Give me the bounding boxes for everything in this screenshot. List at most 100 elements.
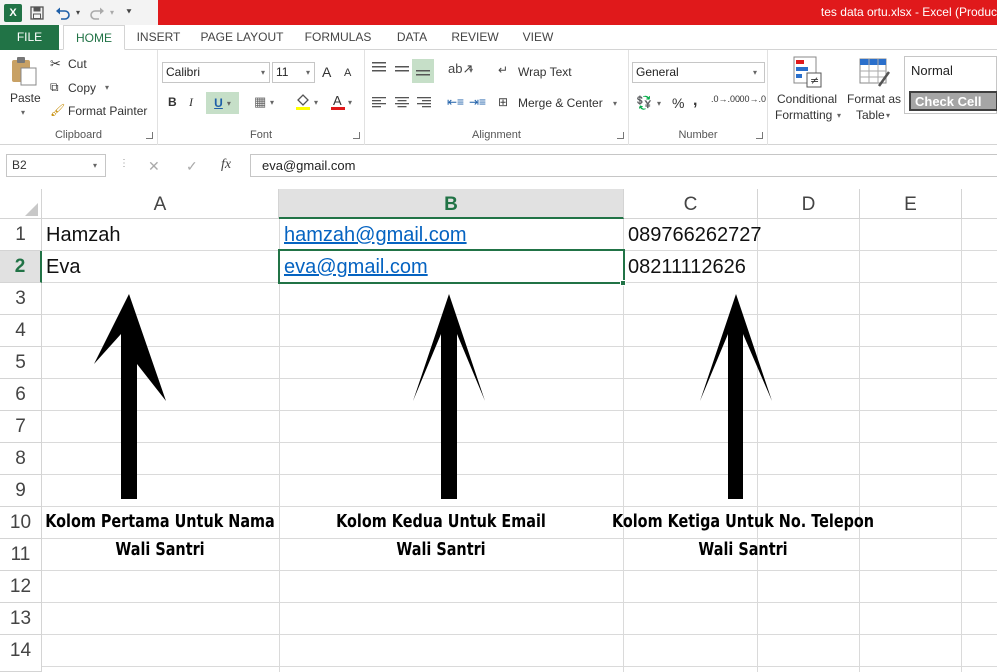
align-right-icon[interactable] [416, 96, 432, 111]
font-color-icon[interactable]: A [331, 93, 345, 114]
font-launcher-icon[interactable] [353, 132, 360, 139]
style-check-cell[interactable]: Check Cell [909, 91, 997, 111]
conditional-formatting-button[interactable]: Conditional [777, 92, 837, 106]
redo-icon[interactable] [86, 3, 108, 23]
borders-dropdown-icon[interactable]: ▾ [270, 98, 274, 107]
format-painter-icon[interactable]: 🖌 [50, 103, 65, 117]
enter-icon[interactable]: ✓ [186, 158, 198, 175]
redo-dropdown-icon[interactable]: ▾ [108, 3, 116, 23]
format-as-table-label-2[interactable]: Table [856, 108, 885, 122]
paste-icon[interactable] [6, 56, 42, 86]
shrink-font-button[interactable]: A [344, 67, 351, 79]
italic-button[interactable]: I [189, 95, 193, 110]
number-format-select[interactable]: General [632, 62, 765, 83]
tab-file[interactable]: FILE [0, 25, 59, 50]
underline-button[interactable]: U ▾ [206, 92, 239, 114]
font-color-dropdown-icon[interactable]: ▾ [348, 98, 352, 107]
annotation-column-a: Kolom Pertama Untuk Nama Wali Santri [32, 508, 288, 564]
insert-function-icon[interactable]: fx [221, 157, 231, 173]
undo-icon[interactable] [52, 3, 74, 23]
wrap-text-button[interactable]: Wrap Text [518, 65, 572, 79]
tab-review[interactable]: REVIEW [447, 25, 503, 50]
name-box[interactable]: B2 [6, 154, 106, 177]
annotation-a-line2: Wali Santri [115, 539, 205, 560]
number-format-dropdown-icon[interactable]: ▾ [753, 68, 757, 77]
conditional-formatting-icon[interactable]: ≠ [793, 56, 823, 91]
merge-center-icon[interactable]: ⊞ [498, 95, 508, 109]
window-title: tes data ortu.xlsx - Excel (Produc [820, 5, 997, 19]
increase-indent-icon[interactable]: ⇥≡ [469, 95, 486, 109]
format-painter-button[interactable]: Format Painter [68, 104, 147, 118]
customize-qat-icon[interactable]: ⯆ [124, 3, 134, 23]
bold-button[interactable]: B [168, 95, 177, 109]
copy-icon[interactable]: ⧉ [50, 80, 59, 95]
conditional-formatting-dropdown-icon[interactable]: ▾ [837, 111, 841, 120]
tab-page-layout[interactable]: PAGE LAYOUT [196, 25, 288, 50]
save-icon[interactable] [26, 3, 48, 23]
worksheet-grid: A B C D E 1 2 3 4 5 6 7 8 9 10 11 12 13 … [0, 189, 997, 672]
clipboard-group: Paste ▾ ✂ Cut ⧉ Copy ▾ 🖌 Format Painter … [0, 50, 158, 145]
annotation-arrows [94, 294, 772, 499]
paste-button[interactable]: Paste [10, 91, 41, 105]
font-label: Font [249, 129, 272, 141]
paste-dropdown-icon[interactable]: ▾ [21, 108, 25, 117]
svg-text:A: A [333, 93, 342, 108]
copy-dropdown-icon[interactable]: ▾ [105, 83, 109, 92]
clipboard-launcher-icon[interactable] [146, 132, 153, 139]
arrow-up-icon [94, 294, 166, 499]
underline-dropdown-icon[interactable]: ▾ [227, 99, 231, 108]
align-bottom-icon[interactable] [412, 59, 434, 83]
conditional-formatting-label-2[interactable]: Formatting [775, 108, 832, 122]
comma-style-button[interactable]: , [693, 92, 697, 110]
fill-color-icon[interactable] [295, 93, 311, 114]
font-size-dropdown-icon[interactable]: ▾ [306, 68, 310, 77]
arrow-up-icon [413, 294, 485, 499]
align-center-icon[interactable] [394, 96, 410, 111]
wrap-text-icon[interactable]: ↵ [498, 63, 508, 77]
tab-formulas[interactable]: FORMULAS [300, 25, 376, 50]
alignment-launcher-icon[interactable] [617, 132, 624, 139]
excel-window: X ▾ ▾ ⯆ tes data ortu.xlsx - Excel (Prod… [0, 0, 997, 672]
cancel-icon[interactable]: ✕ [148, 158, 160, 175]
percent-style-button[interactable]: % [672, 95, 684, 111]
align-middle-icon[interactable] [394, 64, 410, 79]
fill-color-dropdown-icon[interactable]: ▾ [314, 98, 318, 107]
number-launcher-icon[interactable] [756, 132, 763, 139]
undo-dropdown-icon[interactable]: ▾ [74, 3, 82, 23]
merge-center-dropdown-icon[interactable]: ▾ [613, 99, 617, 108]
name-box-dropdown-icon[interactable]: ▾ [93, 161, 97, 170]
accounting-dropdown-icon[interactable]: ▾ [657, 99, 661, 108]
copy-button[interactable]: Copy [68, 81, 96, 95]
style-normal[interactable]: Normal [907, 63, 953, 78]
format-as-table-icon[interactable] [859, 58, 891, 91]
font-name-select[interactable]: Calibri [162, 62, 270, 83]
borders-icon[interactable]: ▦ [254, 94, 266, 110]
format-as-table-button[interactable]: Format as [847, 92, 901, 106]
tab-data[interactable]: DATA [390, 25, 434, 50]
format-as-table-dropdown-icon[interactable]: ▾ [886, 111, 890, 120]
formula-input[interactable]: eva@gmail.com [250, 154, 997, 177]
cut-button[interactable]: Cut [68, 57, 87, 71]
accounting-format-icon[interactable]: 💱 [636, 95, 652, 111]
grow-font-button[interactable]: A [322, 64, 331, 80]
tab-insert[interactable]: INSERT [131, 25, 186, 50]
title-bar: X ▾ ▾ ⯆ tes data ortu.xlsx - Excel (Prod… [0, 0, 997, 25]
alignment-label: Alignment [472, 129, 521, 141]
decrease-decimal-button[interactable]: .00→.0 [737, 95, 766, 104]
tab-home[interactable]: HOME [63, 25, 125, 50]
decrease-indent-icon[interactable]: ⇤≡ [447, 95, 464, 109]
align-left-icon[interactable] [371, 96, 387, 111]
increase-decimal-button[interactable]: .0→.00 [711, 95, 740, 104]
excel-logo-icon[interactable]: X [4, 3, 22, 22]
styles-group: ≠ Conditional Formatting ▾ Format as Tab… [768, 50, 997, 145]
annotation-c-line1: Kolom Ketiga Untuk No. Telepon [611, 511, 875, 532]
align-top-icon[interactable] [371, 61, 387, 78]
orientation-dropdown-icon[interactable]: ▾ [469, 66, 473, 75]
merge-center-button[interactable]: Merge & Center [518, 96, 603, 110]
number-group: General ▾ 💱 ▾ % , .0→.00 .00→.0 Number [629, 50, 768, 145]
tab-view[interactable]: VIEW [516, 25, 560, 50]
svg-text:≠: ≠ [810, 74, 819, 87]
font-name-dropdown-icon[interactable]: ▾ [261, 68, 265, 77]
formula-bar: B2 ▾ ⋮ ✕ ✓ fx eva@gmail.com [0, 145, 997, 189]
cut-icon[interactable]: ✂ [50, 56, 61, 72]
